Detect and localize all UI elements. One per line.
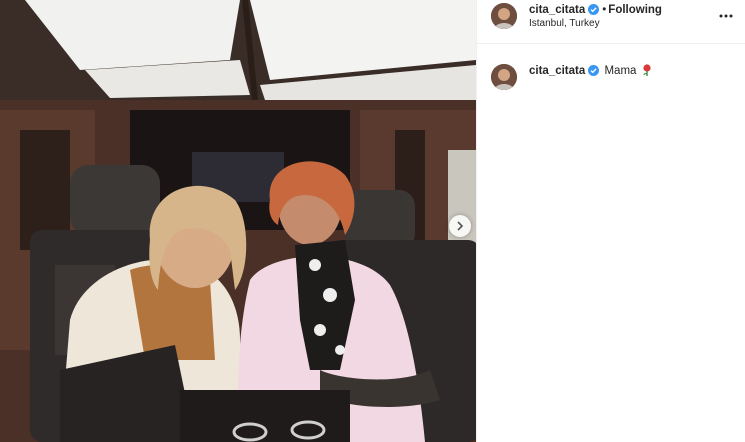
caption-username-link[interactable]: cita_citata (529, 65, 585, 77)
location-link[interactable]: Istanbul, Turkey (529, 18, 600, 29)
following-button[interactable]: Following (608, 4, 662, 16)
post-photo[interactable] (0, 0, 476, 442)
post-side-panel: cita_citata • Following Istanbul, Turkey c… (476, 0, 745, 442)
caption-text: Mama (604, 65, 637, 77)
username-link[interactable]: cita_citata (529, 4, 585, 16)
header-row: cita_citata • Following (529, 4, 662, 16)
caption-row: cita_citata Mama (529, 64, 652, 77)
rose-emoji (643, 64, 651, 76)
caption-avatar[interactable] (491, 64, 517, 90)
more-options-icon (719, 14, 733, 18)
post-header: cita_citata • Following Istanbul, Turkey (477, 0, 745, 44)
more-options-button[interactable] (718, 8, 734, 24)
chevron-right-icon (457, 221, 464, 231)
photo-image (0, 0, 476, 442)
next-photo-button[interactable] (449, 215, 471, 237)
avatar[interactable] (491, 3, 517, 29)
separator-dot: • (602, 4, 607, 16)
avatar-image (491, 64, 517, 90)
verified-badge-icon (588, 65, 600, 76)
verified-badge-icon (588, 4, 600, 15)
avatar-image (491, 3, 517, 29)
